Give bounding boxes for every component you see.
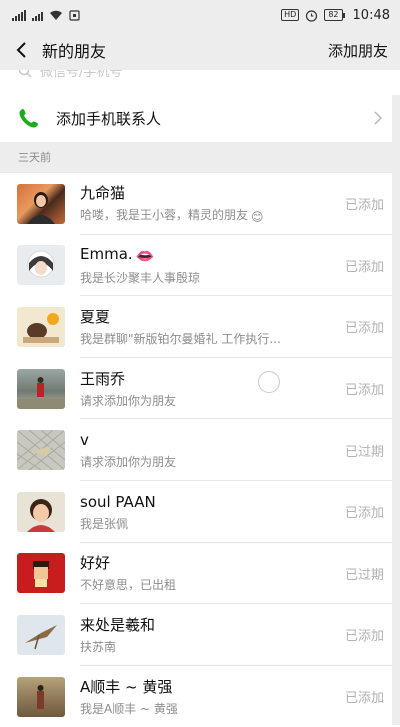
list-item[interactable]: 九命猫😊 哈喽，我是王小蓉，精灵的朋友😊 已添加 (0, 173, 400, 235)
list-item[interactable]: 夏夏 我是群聊"新版铂尔曼婚礼 工作执行... 已添加 (0, 296, 400, 358)
status-label: 已添加 (344, 321, 384, 337)
contact-name: 好好 (80, 554, 111, 573)
add-phone-contacts-label: 添加手机联系人 (56, 109, 162, 128)
row-text: 好好 不好意思，已出租 (80, 553, 324, 593)
status-label: 已添加 (344, 506, 384, 522)
row-text: 王雨乔 请求添加你为朋友 (80, 369, 324, 409)
avatar-image (27, 250, 55, 278)
wifi-icon (50, 10, 62, 20)
contact-name: 九命猫😊 (80, 184, 126, 203)
list-item[interactable]: 好好 不好意思，已出租 已过期 (0, 543, 400, 605)
battery-indicator: 82 (324, 9, 345, 21)
status-label: 已添加 (344, 198, 384, 214)
avatar (17, 491, 65, 532)
signal-icon-2 (32, 10, 43, 21)
status-label: 已过期 (344, 567, 384, 583)
search-placeholder: 微信号/手机号 (40, 70, 123, 80)
smile-emoji-icon: 😊 (251, 210, 264, 225)
avatar (17, 676, 65, 717)
contact-name: 王雨乔 (80, 369, 126, 388)
row-text: Emma. 👄 我是长沙聚丰人事殷琼 (80, 244, 324, 286)
avatar (17, 614, 65, 655)
contact-message: 哈喽，我是王小蓉，精灵的朋友 😊 (80, 208, 264, 225)
list-item[interactable]: A顺丰 ~ 黄强 我是A顺丰 ~ 黄强 已添加 (0, 666, 400, 727)
section-header: 三天前 (0, 142, 400, 173)
signal-icon (12, 9, 26, 21)
row-text: 九命猫😊 哈喽，我是王小蓉，精灵的朋友😊 (80, 183, 324, 224)
contact-name: v (80, 431, 89, 450)
contact-message: 我是张佩 (80, 516, 129, 531)
search-icon (18, 70, 32, 78)
nav-bar: 新的朋友 添加朋友 (0, 30, 400, 70)
hd-badge: HD (281, 9, 300, 21)
status-label: 已过期 (344, 444, 384, 460)
avatar-image (17, 430, 65, 471)
avatar-image (37, 684, 44, 709)
status-label: 已添加 (344, 383, 384, 399)
back-button[interactable] (10, 39, 32, 61)
avatar-image (27, 191, 55, 224)
contact-name: 夏夏 (80, 307, 111, 326)
contact-message: 我是长沙聚丰人事殷琼 (80, 271, 201, 286)
list-item[interactable]: 来处是羲和 扶苏南 已添加 (0, 604, 400, 666)
chevron-left-icon (16, 42, 26, 58)
status-right: HD 82 10:48 (281, 8, 390, 23)
avatar (17, 368, 65, 409)
status-label: 已添加 (344, 259, 384, 275)
avatar-image (23, 312, 59, 343)
status-label: 已添加 (344, 691, 384, 707)
row-text: v 请求添加你为朋友 (80, 430, 324, 470)
contact-name: A顺丰 ~ 黄强 (80, 677, 173, 696)
avatar (17, 553, 65, 594)
nfc-icon (69, 9, 80, 21)
search-inner: 微信号/手机号 (18, 70, 122, 80)
list-item[interactable]: 王雨乔 请求添加你为朋友 已添加 (0, 358, 400, 420)
avatar (17, 245, 65, 286)
phone-left: 添加手机联系人 (18, 107, 161, 129)
avatar-image (25, 624, 57, 650)
add-phone-contacts-row[interactable]: 添加手机联系人 (0, 94, 400, 142)
status-bar: HD 82 10:48 (0, 0, 400, 30)
list-item[interactable]: soul PAAN 我是张佩 已添加 (0, 481, 400, 543)
contact-name: Emma. 👄 (80, 245, 155, 266)
chevron-right-icon (374, 111, 382, 125)
alarm-icon (306, 9, 318, 22)
avatar-image (27, 498, 55, 532)
contact-message: 不好意思，已出租 (80, 578, 177, 593)
avatar (17, 306, 65, 347)
avatar (17, 430, 65, 471)
list-item[interactable]: v 请求添加你为朋友 已过期 (0, 419, 400, 481)
avatar-image (17, 376, 65, 409)
lips-emoji-icon: 👄 (135, 247, 155, 266)
row-text: 夏夏 我是群聊"新版铂尔曼婚礼 工作执行... (80, 307, 324, 347)
status-label: 已添加 (344, 629, 384, 645)
avatar (17, 183, 65, 224)
contact-message: 我是群聊"新版铂尔曼婚礼 工作执行... (80, 331, 281, 346)
contact-message: 我是A顺丰 ~ 黄强 (80, 701, 178, 716)
friend-request-list: 九命猫😊 哈喽，我是王小蓉，精灵的朋友😊 已添加 Emma.👄 我是长沙聚丰人事… (0, 173, 400, 727)
status-time: 10:48 (352, 7, 390, 23)
nav-left: 新的朋友 (10, 38, 106, 62)
add-friend-button[interactable]: 添加朋友 (328, 40, 388, 61)
row-text: A顺丰 ~ 黄强 我是A顺丰 ~ 黄强 (80, 677, 324, 717)
row-text: 来处是羲和 扶苏南 (80, 615, 324, 655)
page-title: 新的朋友 (42, 42, 107, 61)
contact-name: soul PAAN (80, 492, 156, 511)
screen-edge (392, 95, 400, 725)
contact-message: 请求添加你为朋友 (80, 455, 177, 470)
list-item[interactable]: Emma. 👄 我是长沙聚丰人事殷琼 已添加 (0, 235, 400, 297)
search-bar[interactable]: 微信号/手机号 (0, 70, 400, 94)
row-text: soul PAAN 我是张佩 (80, 492, 324, 532)
status-left (12, 9, 80, 21)
contact-name: 来处是羲和 (80, 615, 156, 634)
avatar-image (33, 561, 49, 588)
contact-message: 请求添加你为朋友 (80, 393, 177, 408)
contact-message: 扶苏南 (80, 639, 117, 654)
touch-indicator (258, 371, 280, 393)
phone-icon (19, 109, 38, 128)
